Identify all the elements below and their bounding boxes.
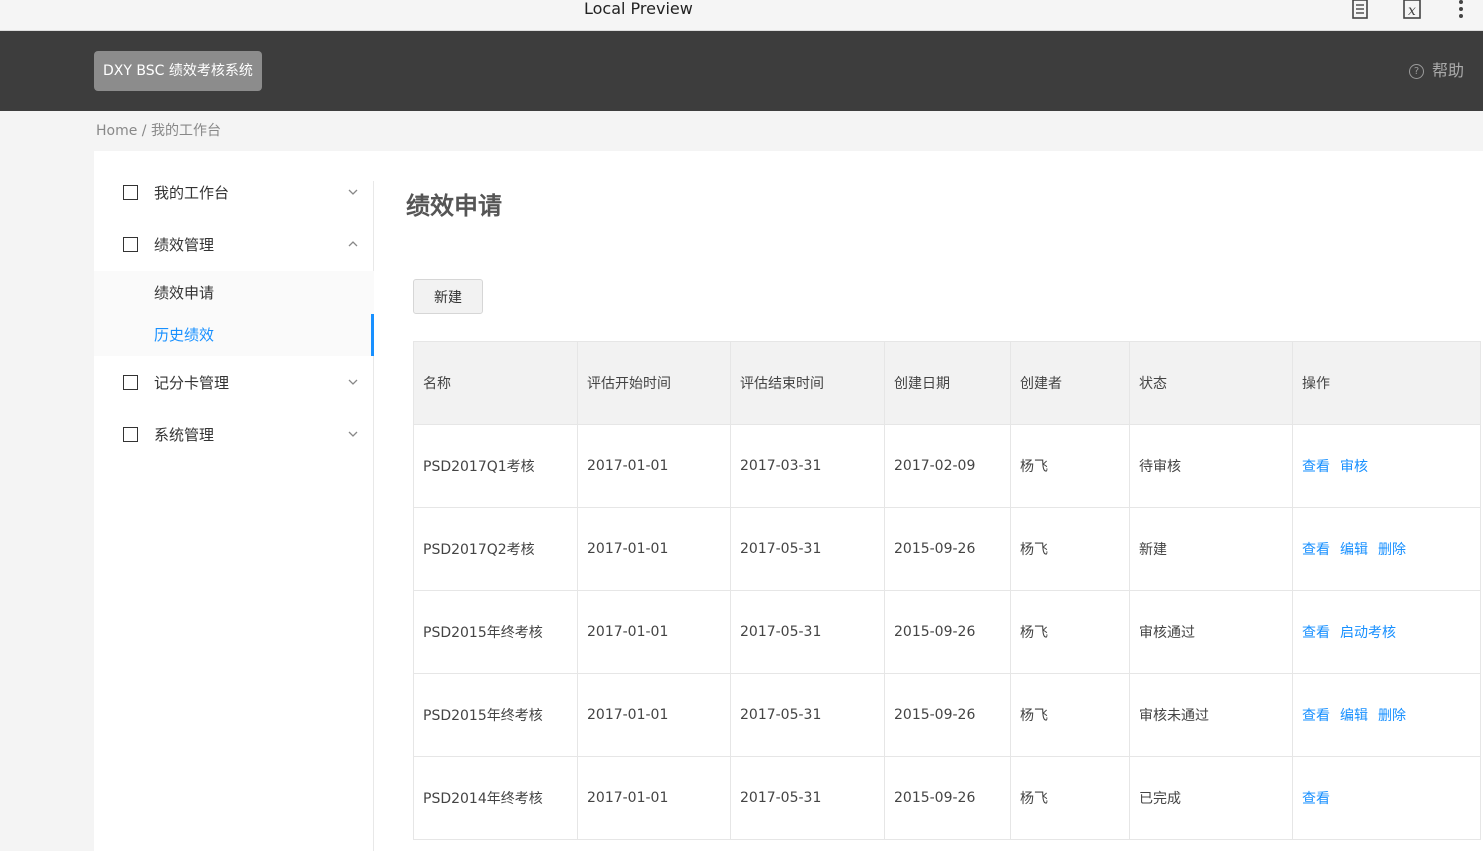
cell-creator: 杨飞 — [1010, 756, 1130, 840]
column-header: 状态 — [1129, 341, 1293, 425]
performance-table: 名称 评估开始时间 评估结束时间 创建日期 创建者 状态 操作 PSD2017Q1考核 201… — [413, 341, 1481, 840]
cell-name: PSD2015年终考核 — [413, 590, 578, 674]
cell-status: 审核通过 — [1129, 590, 1293, 674]
formula-icon[interactable]: x — [1401, 0, 1423, 20]
sidebar-item-system[interactable]: 系统管理 — [94, 414, 373, 454]
cell-creator: 杨飞 — [1010, 673, 1130, 757]
action-link[interactable]: 删除 — [1378, 542, 1406, 558]
cell-actions: 查看 — [1292, 756, 1481, 840]
help-icon: ? — [1408, 63, 1424, 79]
sidebar-item-scorecard[interactable]: 记分卡管理 — [94, 362, 373, 402]
sidebar-item-workbench[interactable]: 我的工作台 — [94, 172, 373, 212]
cell-created: 2015-09-26 — [884, 756, 1011, 840]
action-link[interactable]: 删除 — [1378, 708, 1406, 724]
table-row: PSD2015年终考核 2017-01-01 2017-05-31 2015-09-2… — [413, 590, 1481, 674]
more-vertical-icon[interactable] — [1455, 0, 1467, 20]
preview-bar: Local Preview x — [0, 0, 1483, 31]
cell-actions: 查看 编辑 删除 — [1292, 673, 1481, 757]
sidebar: 我的工作台 绩效管理 绩效申请 历史绩效 记分卡管理 系统管理 — [94, 181, 374, 851]
table-row: PSD2014年终考核 2017-01-01 2017-05-31 2015-09-2… — [413, 756, 1481, 840]
action-link[interactable]: 审核 — [1340, 459, 1368, 475]
action-link[interactable]: 编辑 — [1340, 708, 1368, 724]
checkbox-icon — [123, 184, 138, 200]
cell-end: 2017-05-31 — [730, 673, 885, 757]
column-header: 创建日期 — [884, 341, 1011, 425]
table-row: PSD2017Q2考核 2017-01-01 2017-05-31 2015-09-2… — [413, 507, 1481, 591]
table-row: PSD2017Q1考核 2017-01-01 2017-03-31 2017-02-0… — [413, 424, 1481, 508]
svg-text:x: x — [1408, 3, 1416, 19]
cell-name: PSD2014年终考核 — [413, 756, 578, 840]
chevron-down-icon — [347, 186, 359, 198]
cell-start: 2017-01-01 — [577, 424, 731, 508]
table-header-row: 名称 评估开始时间 评估结束时间 创建日期 创建者 状态 操作 — [413, 341, 1481, 425]
active-indicator — [371, 314, 374, 356]
performance-submenu: 绩效申请 历史绩效 — [94, 271, 374, 356]
cell-creator: 杨飞 — [1010, 590, 1130, 674]
cell-end: 2017-05-31 — [730, 590, 885, 674]
sidebar-subitem-apply[interactable]: 绩效申请 — [154, 282, 214, 304]
cell-status: 待审核 — [1129, 424, 1293, 508]
column-header: 名称 — [413, 341, 578, 425]
cell-end: 2017-05-31 — [730, 756, 885, 840]
column-header: 操作 — [1292, 341, 1481, 425]
chevron-down-icon — [347, 428, 359, 440]
chevron-up-icon — [347, 238, 359, 250]
checkbox-icon — [123, 374, 138, 390]
cell-creator: 杨飞 — [1010, 507, 1130, 591]
help-link[interactable]: ? 帮助 — [1408, 59, 1464, 83]
cell-end: 2017-03-31 — [730, 424, 885, 508]
column-header: 评估开始时间 — [577, 341, 731, 425]
table-body: PSD2017Q1考核 2017-01-01 2017-03-31 2017-02-0… — [413, 424, 1481, 840]
cell-status: 已完成 — [1129, 756, 1293, 840]
cell-status: 审核未通过 — [1129, 673, 1293, 757]
preview-title: Local Preview — [584, 0, 693, 18]
page-title: 绩效申请 — [406, 192, 502, 220]
cell-name: PSD2017Q2考核 — [413, 507, 578, 591]
cell-start: 2017-01-01 — [577, 507, 731, 591]
chevron-down-icon — [347, 376, 359, 388]
sidebar-subitem-history[interactable]: 历史绩效 — [154, 324, 214, 346]
cell-name: PSD2015年终考核 — [413, 673, 578, 757]
sidebar-item-label: 记分卡管理 — [154, 373, 230, 392]
checkbox-icon — [123, 426, 138, 442]
content-card: 我的工作台 绩效管理 绩效申请 历史绩效 记分卡管理 系统管理 绩效申请 新建 … — [94, 151, 1483, 851]
column-header: 评估结束时间 — [730, 341, 885, 425]
document-icon[interactable] — [1350, 0, 1372, 20]
breadcrumb[interactable]: Home / 我的工作台 — [96, 121, 221, 141]
app-header: DXY BSC 绩效考核系统 ? 帮助 — [0, 31, 1483, 111]
cell-name: PSD2017Q1考核 — [413, 424, 578, 508]
cell-created: 2015-09-26 — [884, 590, 1011, 674]
action-link[interactable]: 查看 — [1302, 625, 1330, 641]
sidebar-item-label: 我的工作台 — [154, 183, 230, 202]
column-header: 创建者 — [1010, 341, 1130, 425]
help-label: 帮助 — [1431, 61, 1464, 80]
action-link[interactable]: 查看 — [1302, 791, 1330, 807]
cell-status: 新建 — [1129, 507, 1293, 591]
cell-actions: 查看 审核 — [1292, 424, 1481, 508]
checkbox-icon — [123, 236, 138, 252]
cell-created: 2015-09-26 — [884, 673, 1011, 757]
cell-start: 2017-01-01 — [577, 756, 731, 840]
cell-actions: 查看 编辑 删除 — [1292, 507, 1481, 591]
cell-created: 2017-02-09 — [884, 424, 1011, 508]
action-link[interactable]: 查看 — [1302, 459, 1330, 475]
cell-start: 2017-01-01 — [577, 590, 731, 674]
cell-end: 2017-05-31 — [730, 507, 885, 591]
sidebar-item-label: 系统管理 — [154, 425, 215, 444]
action-link[interactable]: 启动考核 — [1340, 625, 1396, 641]
sidebar-item-label: 绩效管理 — [154, 235, 215, 254]
app-logo[interactable]: DXY BSC 绩效考核系统 — [94, 51, 262, 91]
action-link[interactable]: 查看 — [1302, 542, 1330, 558]
table-row: PSD2015年终考核 2017-01-01 2017-05-31 2015-09-2… — [413, 673, 1481, 757]
table-container: 名称 评估开始时间 评估结束时间 创建日期 创建者 状态 操作 PSD2017Q1考核 201… — [413, 341, 1483, 851]
cell-start: 2017-01-01 — [577, 673, 731, 757]
action-link[interactable]: 编辑 — [1340, 542, 1368, 558]
sidebar-item-performance[interactable]: 绩效管理 — [94, 224, 373, 264]
cell-creator: 杨飞 — [1010, 424, 1130, 508]
cell-created: 2015-09-26 — [884, 507, 1011, 591]
cell-actions: 查看 启动考核 — [1292, 590, 1481, 674]
action-link[interactable]: 查看 — [1302, 708, 1330, 724]
new-button[interactable]: 新建 — [413, 279, 483, 314]
